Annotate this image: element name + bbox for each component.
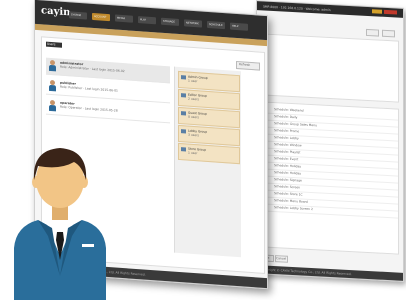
back-window-logout-button[interactable] <box>384 9 397 15</box>
users-section-label: Users <box>46 41 62 48</box>
tab-schedule[interactable]: SCHEDULE <box>207 20 225 30</box>
back-cancel-label: Cancel <box>276 256 287 261</box>
group-column: Admin Group 1 user Editor Group 2 users Gues… <box>174 66 241 258</box>
cayin-logo: cayin <box>41 5 71 19</box>
back-cancel-top-button[interactable] <box>382 29 395 38</box>
tab-account[interactable]: ACCOUNT <box>92 12 110 22</box>
back-window-footer: Copyright © CAYIN Technology Co., Ltd. A… <box>257 265 403 281</box>
group-item[interactable]: Store Group 1 user <box>178 142 240 165</box>
back-window-titlebar: SMP-8000 · 192.168.0.120 · Welcome: admi… <box>257 1 403 18</box>
back-form-panel <box>265 33 399 103</box>
back-footer-text: Copyright © CAYIN Technology Co., Ltd. A… <box>261 267 352 277</box>
back-window-help-button[interactable] <box>372 9 382 14</box>
group-icon <box>181 129 186 134</box>
tab-help[interactable]: HELP <box>230 22 248 31</box>
tab-label: PLAY <box>140 18 147 22</box>
group-icon <box>181 93 186 98</box>
tab-label: SCHEDULE <box>209 23 223 28</box>
tab-label: ACCOUNT <box>94 15 107 19</box>
user-icon <box>49 79 56 92</box>
tab-label: NETWORK <box>186 21 199 26</box>
refresh-label: Refresh <box>239 62 251 67</box>
user-icon <box>49 99 56 112</box>
tab-play[interactable]: PLAY <box>138 16 156 25</box>
tab-label: STORAGE <box>163 19 175 24</box>
tab-label: MEDIA <box>117 16 126 21</box>
refresh-button[interactable]: Refresh <box>236 60 260 71</box>
group-icon <box>181 75 186 80</box>
schedule-window: SMP-8000 · 192.168.0.120 · Welcome: admi… <box>256 0 404 282</box>
tab-label: SYSTEM <box>71 13 81 18</box>
group-icon <box>181 147 186 152</box>
tab-label: HELP <box>232 24 239 29</box>
user-avatar-icon <box>14 148 106 300</box>
user-icon <box>49 59 56 72</box>
users-section-text: Users <box>47 41 56 47</box>
tab-network[interactable]: NETWORK <box>184 19 202 28</box>
schedule-list: Schedule: Weekend Schedule: Daily Schedule… <box>265 101 399 255</box>
tab-system[interactable]: SYSTEM <box>69 11 87 20</box>
back-window-top-text: SMP-8000 · 192.168.0.120 · Welcome: admi… <box>263 4 331 13</box>
back-cancel-button[interactable]: Cancel <box>275 255 288 263</box>
tab-media[interactable]: MEDIA <box>115 14 133 23</box>
tab-storage[interactable]: STORAGE <box>161 17 179 26</box>
group-icon <box>181 111 186 116</box>
back-save-top-button[interactable] <box>366 28 379 37</box>
